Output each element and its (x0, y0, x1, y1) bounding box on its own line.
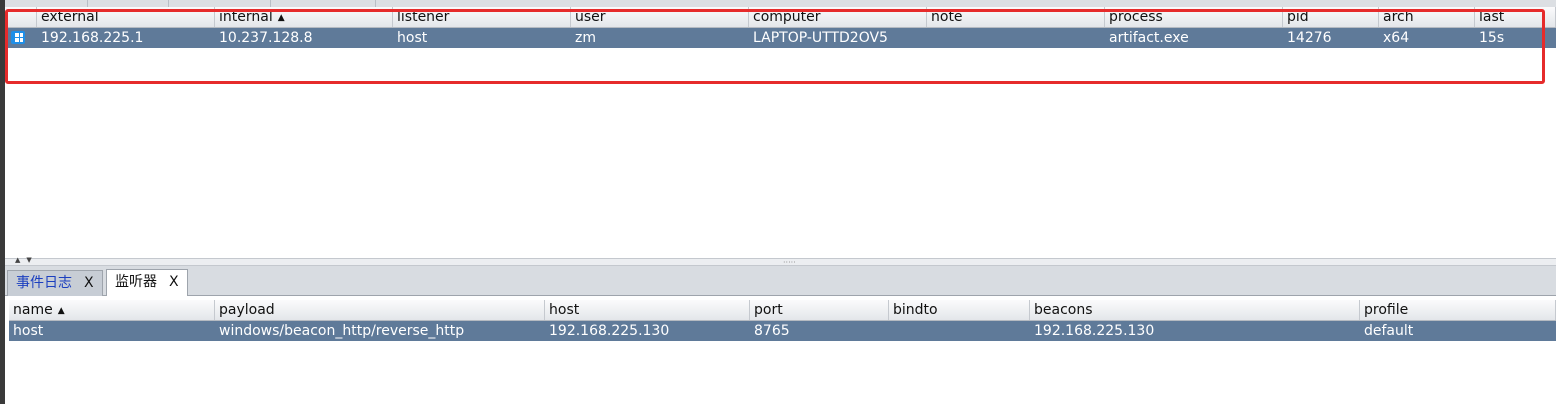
cell-payload: windows/beacon_http/reverse_http (219, 323, 465, 339)
red-highlight-box (5, 9, 1545, 84)
cell-profile: default (1364, 323, 1414, 339)
tab-label: 事件日志 (16, 275, 72, 291)
header-bindto[interactable]: bindto (889, 300, 1030, 320)
pane-splitter[interactable]: ▲▼ ····· (5, 256, 1556, 267)
sort-ascending-icon: ▲ (57, 306, 65, 316)
close-icon[interactable]: X (169, 274, 179, 290)
header-payload[interactable]: payload (215, 300, 545, 320)
splitter-arrows-icon[interactable]: ▲▼ (15, 256, 38, 264)
splitter-grip-icon: ····· (783, 258, 796, 267)
cell-bindto (889, 321, 1030, 341)
tab-event-log[interactable]: 事件日志 X (7, 270, 103, 296)
listeners-table-header: name ▲ payload host port bindto beacons p… (9, 300, 1556, 321)
header-profile[interactable]: profile (1360, 300, 1556, 320)
cell-host: 192.168.225.130 (549, 323, 670, 339)
bottom-tab-bar: 事件日志 X 监听器 X (5, 266, 1556, 296)
tab-label: 监听器 (115, 274, 157, 290)
tab-listeners[interactable]: 监听器 X (106, 269, 188, 296)
header-beacons[interactable]: beacons (1030, 300, 1360, 320)
cell-name: host (13, 323, 44, 339)
cell-beacons: 192.168.225.130 (1034, 323, 1155, 339)
header-name[interactable]: name ▲ (9, 300, 215, 320)
header-host[interactable]: host (545, 300, 750, 320)
listeners-table: name ▲ payload host port bindto beacons p… (9, 300, 1556, 404)
listener-row[interactable]: host windows/beacon_http/reverse_http 19… (9, 321, 1556, 341)
cell-port: 8765 (754, 323, 790, 339)
header-port[interactable]: port (750, 300, 889, 320)
close-icon[interactable]: X (84, 275, 94, 291)
